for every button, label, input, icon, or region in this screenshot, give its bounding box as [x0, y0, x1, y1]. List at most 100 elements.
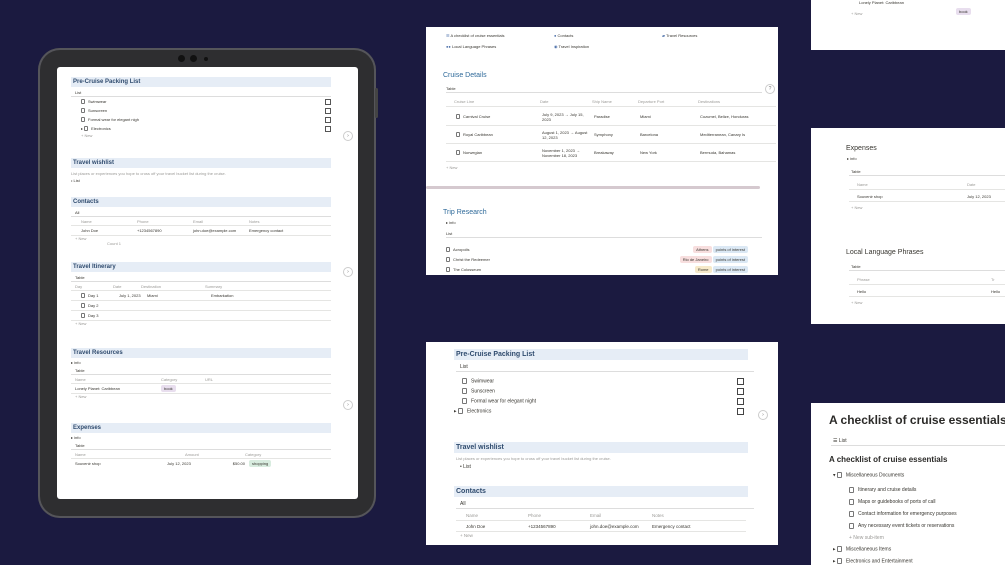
table-row[interactable]: Day 2 — [71, 301, 331, 311]
checkbox[interactable] — [737, 377, 744, 385]
bullet-item[interactable]: List — [463, 464, 471, 470]
scroll-arrow-button[interactable]: ? — [765, 84, 775, 94]
table-row[interactable]: Lonely Planet: Caribbean book — [71, 384, 331, 394]
table-row[interactable]: Royal Caribbean August 1, 2023 → August 1… — [446, 126, 776, 144]
view-tab[interactable]: Table — [446, 86, 762, 93]
column-header[interactable]: Departure Port — [638, 99, 698, 104]
table-row[interactable]: Day 3 — [71, 311, 331, 321]
checkbox[interactable] — [737, 407, 744, 415]
table-row[interactable]: Norwegian November 1, 2023 → November 18,… — [446, 144, 776, 162]
view-tab[interactable]: All — [456, 500, 754, 509]
column-header[interactable]: Amount — [185, 452, 245, 457]
view-tab[interactable]: List — [71, 89, 331, 97]
view-tab[interactable]: Table — [71, 274, 331, 282]
table-row[interactable]: Hello Hello — [849, 286, 1005, 297]
view-tab[interactable]: ☰ List — [831, 437, 1005, 446]
column-header[interactable]: Name — [71, 219, 137, 224]
new-button[interactable]: + New — [851, 205, 862, 210]
column-header[interactable]: Notes — [652, 513, 714, 518]
view-tab[interactable]: All — [71, 209, 331, 217]
bullet-item[interactable]: List — [74, 178, 80, 183]
list-group[interactable]: ▾ Miscellaneous Documents — [833, 472, 904, 478]
new-button[interactable]: + New — [81, 133, 331, 138]
column-header[interactable]: Name — [71, 452, 185, 457]
list-group[interactable]: ▸ Electronics and Entertainment — [833, 558, 913, 564]
view-tab[interactable]: List — [456, 363, 754, 372]
list-item[interactable]: Itinerary and cruise details — [849, 484, 957, 496]
list-item[interactable]: Maps or guidebooks of ports of call — [849, 496, 957, 508]
new-button[interactable]: + New — [851, 300, 862, 305]
view-tab[interactable]: Table — [849, 168, 1005, 176]
toggle-info[interactable]: info — [74, 360, 80, 365]
list-item[interactable]: Sunscreen — [462, 386, 744, 396]
list-item[interactable]: Acropolis Athens points of interest — [446, 245, 748, 254]
table-row[interactable]: Souvenir shop July 12, 2023 — [849, 191, 1005, 202]
horizontal-scrollbar[interactable] — [426, 186, 760, 189]
column-header[interactable]: Phone — [137, 219, 193, 224]
column-header[interactable]: Category — [245, 452, 305, 457]
new-button[interactable]: + New — [71, 394, 331, 399]
column-header[interactable]: Email — [193, 219, 249, 224]
new-button[interactable]: + New — [71, 321, 331, 326]
column-header[interactable]: Day — [71, 284, 113, 289]
new-button[interactable]: + New — [851, 11, 862, 16]
column-header[interactable]: Name — [849, 182, 967, 187]
scroll-arrow-button[interactable]: › — [343, 267, 353, 277]
list-item[interactable]: Sunscreen — [81, 106, 331, 115]
column-header[interactable]: Ship Name — [592, 99, 638, 104]
link-contacts[interactable]: ● Contacts — [554, 33, 573, 38]
new-button[interactable]: + New — [446, 165, 457, 170]
column-header[interactable]: Email — [590, 513, 652, 518]
toggle-info[interactable]: info — [850, 156, 856, 161]
checkbox[interactable] — [325, 98, 331, 105]
column-header[interactable]: Summary — [205, 284, 285, 289]
checkbox[interactable] — [737, 397, 744, 405]
column-header[interactable]: Destinations — [698, 99, 758, 104]
column-header[interactable]: Date — [113, 284, 141, 289]
checkbox[interactable] — [325, 107, 331, 114]
column-header[interactable]: Tr — [991, 277, 995, 282]
column-header[interactable]: URL — [205, 377, 265, 382]
view-tab[interactable]: List — [446, 231, 762, 238]
list-item[interactable]: Formal wear for elegant nigh — [81, 115, 331, 124]
list-item[interactable]: ▸ Electronics — [454, 406, 744, 416]
new-sub-item-button[interactable]: + New sub-item — [849, 532, 957, 544]
table-row[interactable]: Carnival Cruise July 9, 2023 → July 15, 2… — [446, 108, 776, 126]
list-item[interactable]: ▸ Electronics — [81, 124, 331, 133]
link-checklist[interactable]: ☰ A checklist of cruise essentials — [446, 33, 505, 38]
toggle-info[interactable]: info — [449, 220, 455, 225]
list-item[interactable]: The Colosseum Rome points of interest — [446, 265, 748, 274]
list-item[interactable]: Contact information for emergency purpos… — [849, 508, 957, 520]
checkbox[interactable] — [737, 387, 744, 395]
table-row[interactable]: Souvenir shop July 12, 2023 $50.00 shopping — [71, 459, 331, 468]
scroll-arrow-button[interactable]: › — [343, 400, 353, 410]
list-item[interactable]: Christ the Redeemer Rio de Janeiro points… — [446, 255, 748, 264]
view-tab[interactable]: Table — [71, 442, 331, 450]
view-tab[interactable]: Table — [849, 263, 1005, 271]
column-header[interactable]: Date — [967, 182, 975, 187]
view-tab[interactable]: Table — [71, 367, 331, 375]
toggle-info[interactable]: info — [74, 435, 80, 440]
checkbox[interactable] — [325, 125, 331, 132]
column-header[interactable]: Category — [161, 377, 205, 382]
scroll-arrow-button[interactable]: › — [343, 131, 353, 141]
checkbox[interactable] — [325, 116, 331, 123]
link-inspiration[interactable]: ◉ Travel Inspiration — [554, 44, 589, 49]
scroll-arrow-button[interactable]: › — [758, 410, 768, 420]
column-header[interactable]: Date — [540, 99, 592, 104]
list-item[interactable]: Any necessary event tickets or reservati… — [849, 520, 957, 532]
column-header[interactable]: Notes — [249, 219, 305, 224]
link-resources[interactable]: ▰ Travel Resources — [662, 33, 697, 38]
list-item[interactable]: Swimwear — [462, 376, 744, 386]
column-header[interactable]: Destination — [141, 284, 205, 289]
column-header[interactable]: Phrase — [849, 277, 991, 282]
column-header[interactable]: Name — [71, 377, 161, 382]
new-button[interactable]: + New — [460, 533, 473, 538]
list-group[interactable]: ▸ Miscellaneous Items — [833, 546, 891, 552]
table-row[interactable]: John Doe +1234567890 john.doe@example.com E… — [456, 521, 746, 532]
list-item[interactable]: Formal wear for elegant night — [462, 396, 744, 406]
column-header[interactable]: Phone — [528, 513, 590, 518]
table-row[interactable]: Day 1 July 1, 2023 Miami Embarkation — [71, 291, 331, 301]
column-header[interactable]: Cruise Line — [446, 99, 540, 104]
table-row[interactable]: John Doe +1234567890 john.doe@example.com E… — [71, 226, 331, 236]
